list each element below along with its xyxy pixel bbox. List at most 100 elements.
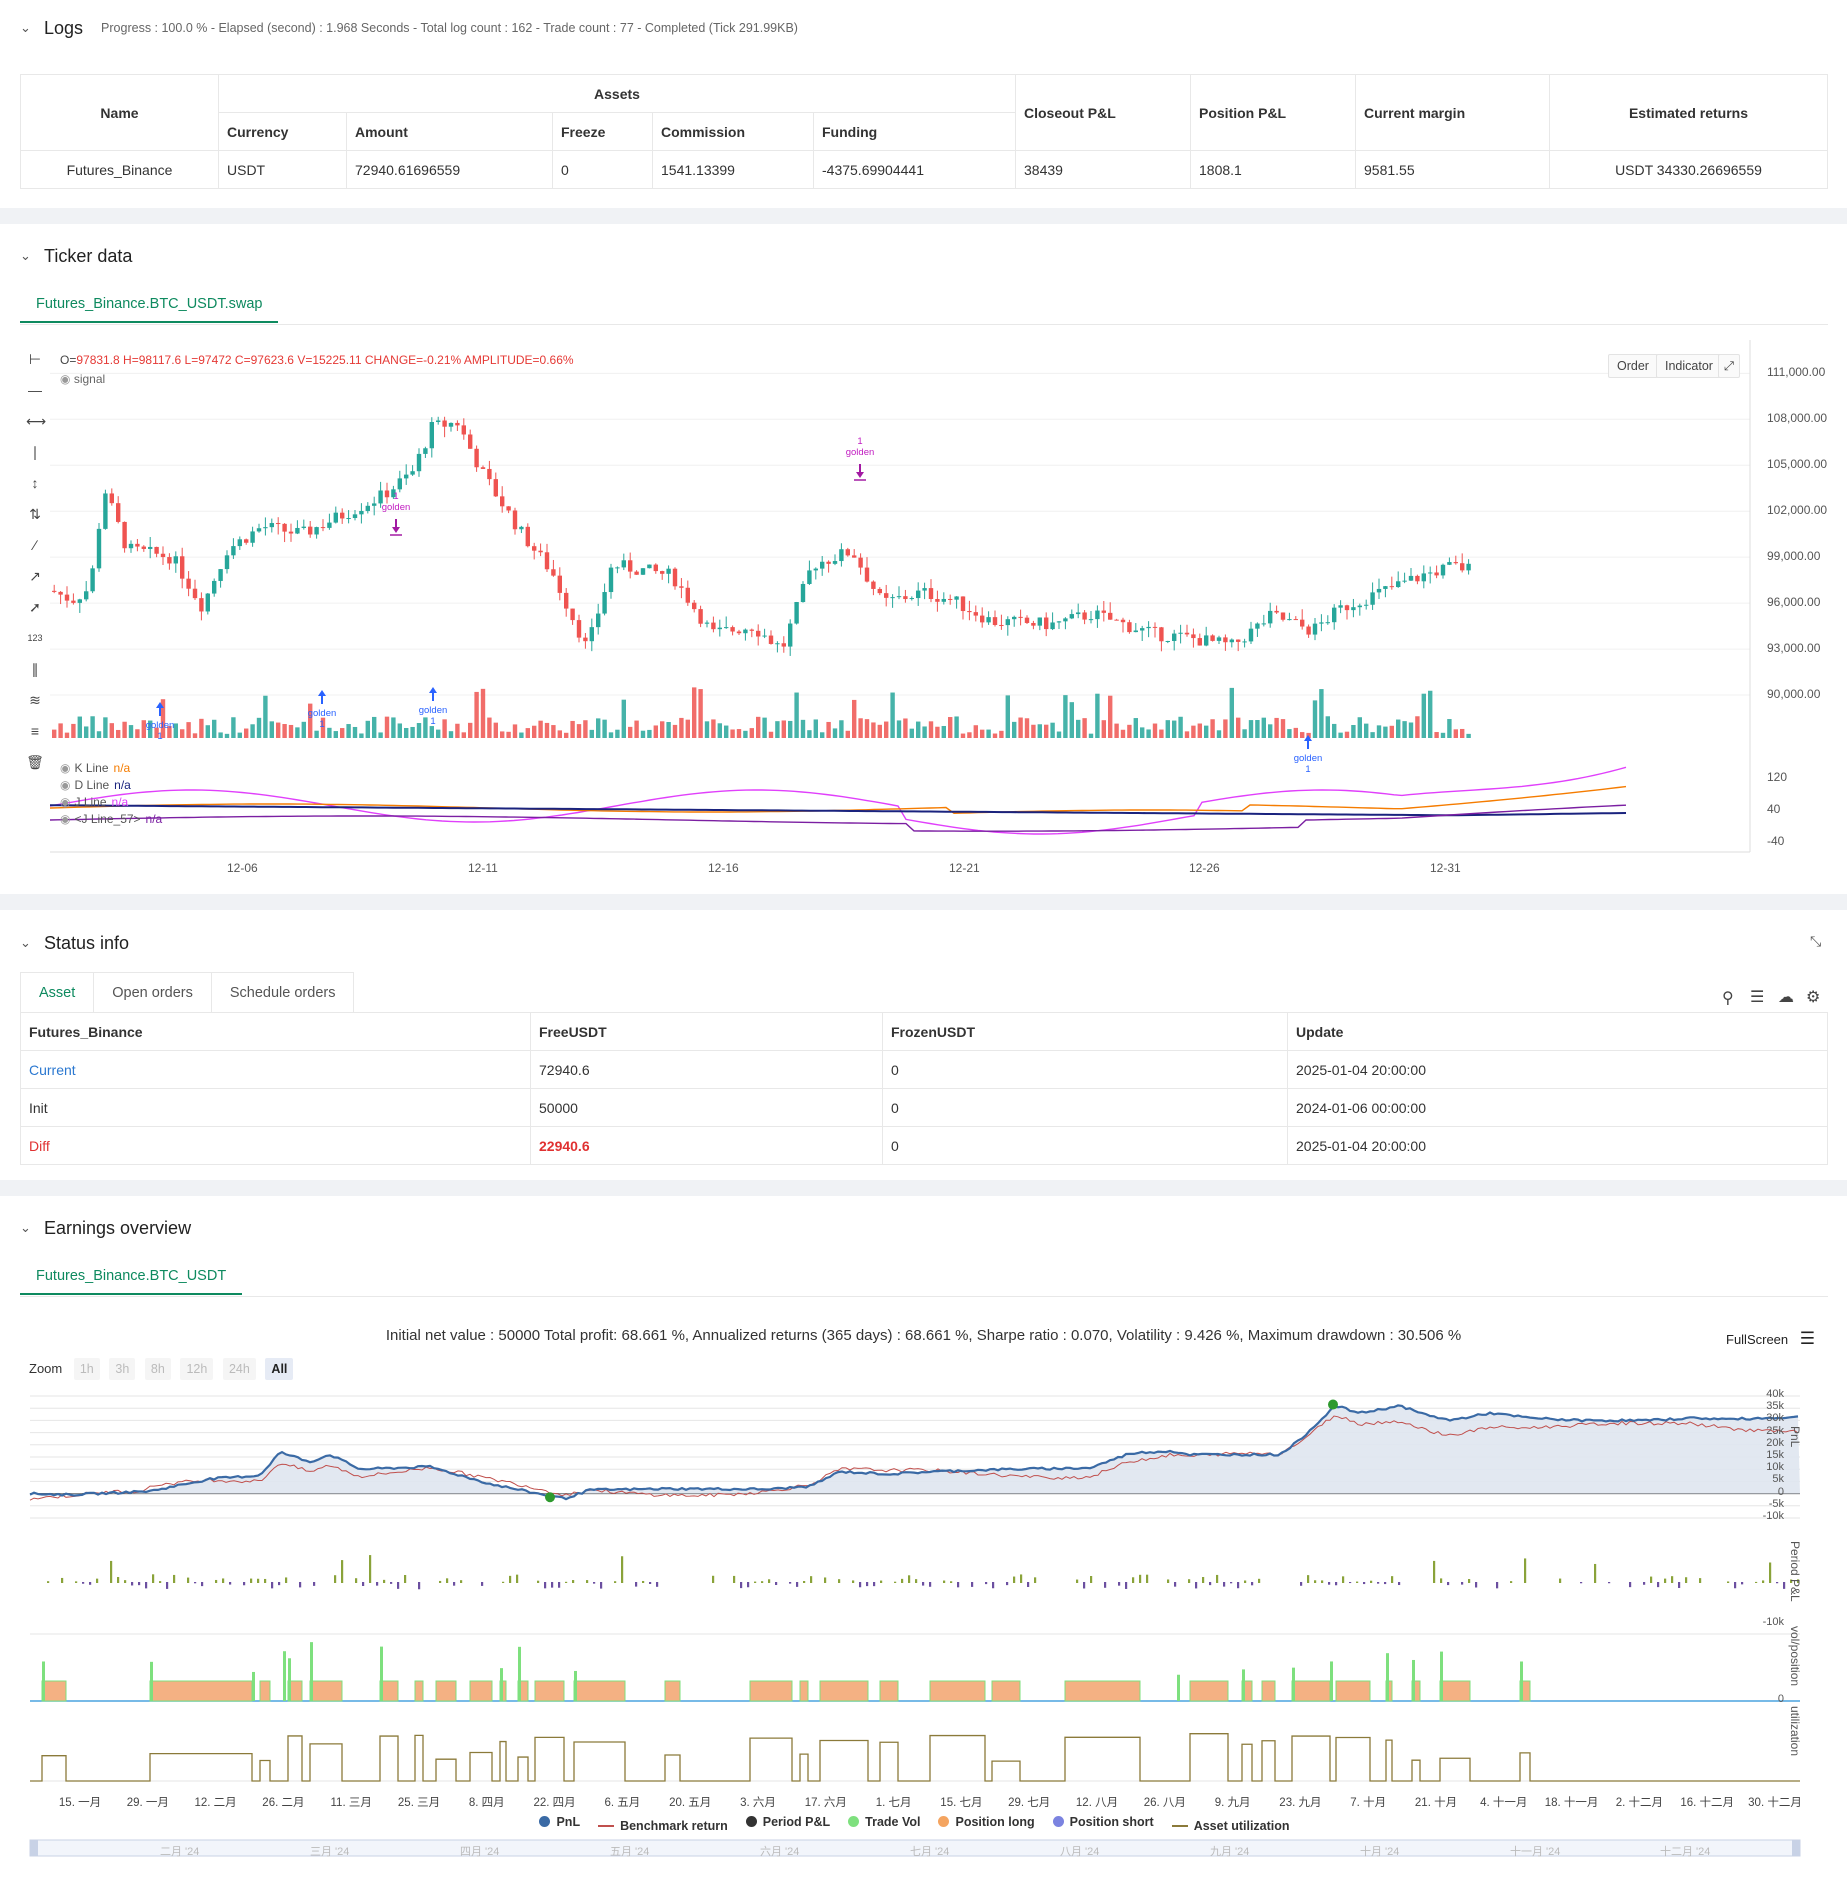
zoom-all[interactable]: All — [265, 1358, 294, 1380]
candle — [480, 467, 486, 469]
zoom-8h[interactable]: 8h — [144, 1358, 171, 1380]
volume-bar — [1197, 723, 1202, 738]
legend-dot-icon — [848, 1816, 860, 1827]
legend-item[interactable]: Trade Vol — [848, 1815, 920, 1829]
row-frozen: 0 — [882, 1088, 1288, 1127]
tab-asset[interactable]: Asset — [20, 972, 95, 1012]
candle — [173, 556, 178, 564]
zoom-1h[interactable]: 1h — [73, 1358, 100, 1380]
volume-bar — [1364, 723, 1369, 738]
tab-schedule-orders[interactable]: Schedule orders — [210, 972, 355, 1012]
assets-table: Name Assets Closeout P&L Position P&L Cu… — [20, 74, 1828, 189]
eye-icon[interactable]: ◉ — [60, 778, 70, 792]
indicator-name: D Line — [74, 778, 110, 792]
menu-icon[interactable]: ☰ — [1800, 1329, 1815, 1348]
eye-icon[interactable]: ◉ — [60, 795, 70, 809]
segment-line-icon[interactable]: ➚ — [26, 598, 44, 616]
zoom-12h[interactable]: 12h — [180, 1358, 214, 1380]
period-bar — [362, 1582, 365, 1586]
status-header[interactable]: ⌄ Status info — [20, 931, 129, 955]
signal-legend[interactable]: ◉ signal — [60, 372, 105, 386]
order-button[interactable]: Order — [1608, 354, 1658, 378]
legend-item[interactable]: Benchmark return — [598, 1819, 728, 1833]
horizontal-ray-icon[interactable]: — — [26, 381, 44, 399]
candlestick-chart[interactable]: golden1golden1golden1golden11golden1gold… — [50, 340, 1760, 880]
chevron-down-icon[interactable]: ⌄ — [20, 20, 32, 36]
tab-open-orders[interactable]: Open orders — [93, 972, 212, 1012]
period-bar — [1258, 1578, 1261, 1583]
extended-line-icon[interactable]: ⟷ — [26, 412, 46, 430]
volume-bar — [1069, 702, 1074, 738]
channel-icon[interactable]: ≋ — [26, 691, 44, 709]
indicator-button[interactable]: Indicator — [1656, 354, 1722, 378]
vertical-ray-icon[interactable]: ⇅ — [26, 505, 44, 523]
cloud-download-icon[interactable]: ☁ — [1778, 987, 1794, 1007]
date-tick-label: 12-11 — [468, 861, 498, 875]
date-tick-label: 12-26 — [1189, 861, 1220, 875]
legend-item[interactable]: Period P&L — [745, 1815, 830, 1829]
ticker-header[interactable]: ⌄ Ticker data — [20, 244, 132, 268]
price-label-icon[interactable]: 123 — [26, 629, 44, 647]
vertical-line-icon[interactable]: ∣ — [26, 443, 44, 461]
candle — [1024, 617, 1030, 623]
candle — [570, 608, 575, 621]
row-update: 2025-01-04 20:00:00 — [1287, 1050, 1828, 1089]
date-tick-label: 22. 四月 — [533, 1797, 576, 1809]
parallel-lines-icon[interactable]: ∥ — [26, 660, 44, 678]
trash-icon[interactable]: 🗑 — [26, 753, 44, 771]
legend-item[interactable]: Position short — [1052, 1815, 1154, 1829]
tab-ticker-symbol[interactable]: Futures_Binance.BTC_USDT.swap — [20, 285, 279, 323]
logs-header[interactable]: ⌄ Logs Progress : 100.0 % - Elapsed (sec… — [20, 16, 798, 40]
legend-item[interactable]: Asset utilization — [1171, 1819, 1290, 1833]
candle — [896, 596, 902, 598]
candle — [954, 596, 959, 600]
volume-bar — [1204, 725, 1209, 738]
indicator-legend-item: ◉ J Line n/a — [60, 795, 128, 809]
ray-line-icon[interactable]: ↗ — [26, 567, 44, 585]
collapse-icon[interactable]: ⤡ — [1810, 933, 1821, 950]
chevron-down-icon[interactable]: ⌄ — [20, 1220, 32, 1236]
logs-title: Logs — [44, 17, 84, 38]
zoom-24h[interactable]: 24h — [222, 1358, 256, 1380]
vertical-segment-icon[interactable]: ↕ — [26, 474, 44, 492]
settings-icon[interactable]: ⚙ — [1806, 987, 1820, 1007]
legend-item[interactable]: PnL — [539, 1815, 580, 1829]
chevron-down-icon[interactable]: ⌄ — [20, 935, 32, 951]
tab-earnings-symbol[interactable]: Futures_Binance.BTC_USDT — [20, 1257, 243, 1295]
candle — [1069, 614, 1074, 619]
volume-bar — [679, 717, 684, 738]
eye-icon[interactable]: ◉ — [60, 812, 70, 826]
candle — [1191, 634, 1196, 639]
status-col-free: FreeUSDT — [530, 1012, 883, 1051]
volume-bar — [602, 719, 607, 738]
expand-icon[interactable]: ⤢ — [1718, 354, 1741, 378]
candle — [320, 527, 326, 529]
name-header: Name — [20, 74, 219, 151]
candle — [77, 599, 82, 603]
volume-bar — [442, 719, 447, 738]
candle — [858, 557, 863, 568]
search-icon[interactable]: ⚲ — [1722, 988, 1734, 1008]
row-label-current[interactable]: Current — [20, 1050, 531, 1089]
zoom-3h[interactable]: 3h — [109, 1358, 136, 1380]
chevron-down-icon[interactable]: ⌄ — [20, 248, 32, 264]
list-icon[interactable]: ☰ — [1750, 987, 1764, 1007]
candle — [410, 471, 415, 475]
eye-icon[interactable]: ◉ — [60, 761, 70, 775]
trend-line-icon[interactable]: ∕ — [26, 536, 44, 554]
position-long-block — [991, 1680, 1021, 1702]
legend-item[interactable]: Position long — [938, 1815, 1035, 1829]
volume-bar — [1172, 720, 1177, 738]
period-bar — [810, 1576, 813, 1583]
pnl-tick-label: 20k — [1766, 1436, 1784, 1449]
period-bar — [971, 1582, 974, 1587]
volume-bar — [692, 687, 697, 738]
volume-bar — [1012, 721, 1017, 738]
candle — [512, 510, 518, 530]
horizontal-line-icon[interactable]: ⊢ — [26, 350, 44, 368]
eye-icon[interactable]: ◉ — [60, 372, 70, 386]
earnings-header[interactable]: ⌄ Earnings overview — [20, 1216, 191, 1240]
date-tick-label: 21. 十月 — [1414, 1797, 1458, 1809]
fullscreen-button[interactable]: FullScreen ☰ — [1726, 1329, 1815, 1349]
fibonacci-icon[interactable]: ≡ — [26, 722, 44, 740]
